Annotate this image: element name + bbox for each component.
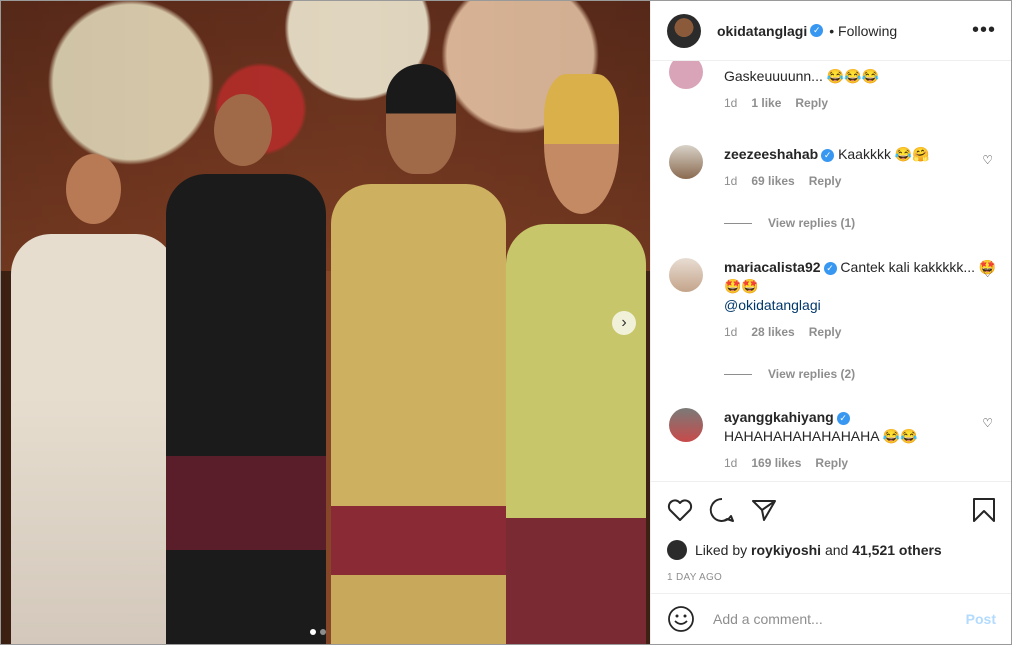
commenter-username[interactable]: ayanggkahiyang [724,409,834,425]
likes-prefix: Liked by [695,542,748,558]
comment-bubble-icon[interactable] [709,497,735,523]
reply-button[interactable]: Reply [809,174,842,188]
emoji-smiley-icon[interactable] [667,605,695,633]
more-options-icon[interactable]: ••• [972,19,996,42]
comments-list: Gaskeuuuunn... 😂😂😂 1d 1 like Reply zeeze… [651,61,1011,481]
comment-time: 1d [724,325,738,339]
post-comment-button[interactable]: Post [966,611,996,627]
instagram-post-window: › okidatanglagi ✓ • Following ••• Gaskeu… [0,0,1012,645]
author-username[interactable]: okidatanglagi [717,23,807,39]
view-replies-button[interactable]: View replies (2) [724,367,855,381]
verified-badge-icon: ✓ [810,24,824,37]
liker-avatar[interactable] [667,540,687,560]
post-photo[interactable]: › [1,1,650,644]
carousel-dot-active [310,629,316,635]
comment-meta: 1d 169 likes Reply [724,456,999,470]
comment-time: 1d [724,96,738,110]
like-comment-heart-icon[interactable]: ♡ [982,416,993,430]
post-side-panel: okidatanglagi ✓ • Following ••• Gaskeuuu… [650,1,1011,644]
comment-time: 1d [724,456,738,470]
comment: ayanggkahiyang ✓ HAHAHAHAHAHAHAHA 😂😂 1d 1… [669,408,999,470]
comment-text: HAHAHAHAHAHAHAHA 😂😂 [724,428,918,444]
comment-likes[interactable]: 28 likes [751,325,794,339]
comment-meta: 1d 69 likes Reply [724,174,999,188]
commenter-avatar[interactable] [669,145,703,179]
view-replies-label: View replies (1) [768,216,856,230]
comment-text: Gaskeuuuunn... 😂😂😂 [724,68,880,84]
reply-button[interactable]: Reply [795,96,828,110]
likes-others-count[interactable]: 41,521 others [852,542,942,558]
share-paper-plane-icon[interactable] [751,498,777,522]
carousel-dot [320,629,326,635]
comment-time: 1d [724,174,738,188]
reply-button[interactable]: Reply [809,325,842,339]
commenter-username[interactable]: mariacalista92 [724,259,821,275]
comment-likes[interactable]: 169 likes [751,456,801,470]
verified-badge-icon: ✓ [823,261,837,275]
add-comment-input[interactable] [711,610,966,628]
comment: Gaskeuuuunn... 😂😂😂 1d 1 like Reply [669,61,999,110]
comment-text: Kaakkkk 😂🤗 [838,146,930,162]
reply-button[interactable]: Reply [815,456,848,470]
like-comment-heart-icon[interactable]: ♡ [982,153,993,167]
mention-link[interactable]: @okidatanglagi [724,297,821,313]
follow-status[interactable]: • Following [829,23,897,39]
commenter-avatar[interactable] [669,408,703,442]
photo-figure [331,64,506,644]
like-heart-icon[interactable] [667,498,693,522]
comment-likes[interactable]: 1 like [751,96,781,110]
view-replies-label: View replies (2) [768,367,856,381]
commenter-avatar[interactable] [669,258,703,292]
comment-meta: 1d 1 like Reply [724,96,999,110]
carousel-dots [310,629,326,635]
comment-meta: 1d 28 likes Reply [724,325,999,339]
comment: zeezeeshahab ✓ Kaakkkk 😂🤗 1d 69 likes Rep… [669,145,999,188]
verified-badge-icon: ✓ [836,411,850,425]
commenter-username[interactable]: zeezeeshahab [724,146,818,162]
author-avatar[interactable] [667,13,701,48]
view-replies-button[interactable]: View replies (1) [724,216,855,230]
photo-figure [166,94,326,644]
photo-figure [506,74,646,644]
post-actions: Liked by roykiyoshi and 41,521 others 1 … [651,481,1011,593]
next-photo-button[interactable]: › [612,311,636,335]
photo-figure [11,154,176,644]
like-comment-heart-icon[interactable]: ♡ [982,266,993,280]
post-timestamp: 1 DAY AGO [667,572,723,583]
follow-status-label: Following [838,22,898,39]
post-header: okidatanglagi ✓ • Following ••• [651,1,1011,61]
liker-username[interactable]: roykiyoshi [751,542,821,558]
save-bookmark-icon[interactable] [972,497,996,523]
likes-and: and [824,542,849,558]
comment-likes[interactable]: 69 likes [751,174,794,188]
commenter-avatar[interactable] [669,61,703,89]
comment: mariacalista92 ✓ Cantek kali kakkkkk... 🤩… [669,258,999,339]
verified-badge-icon: ✓ [821,148,835,162]
likes-summary: Liked by roykiyoshi and 41,521 others [667,540,996,560]
add-comment-bar: Post [651,593,1011,644]
